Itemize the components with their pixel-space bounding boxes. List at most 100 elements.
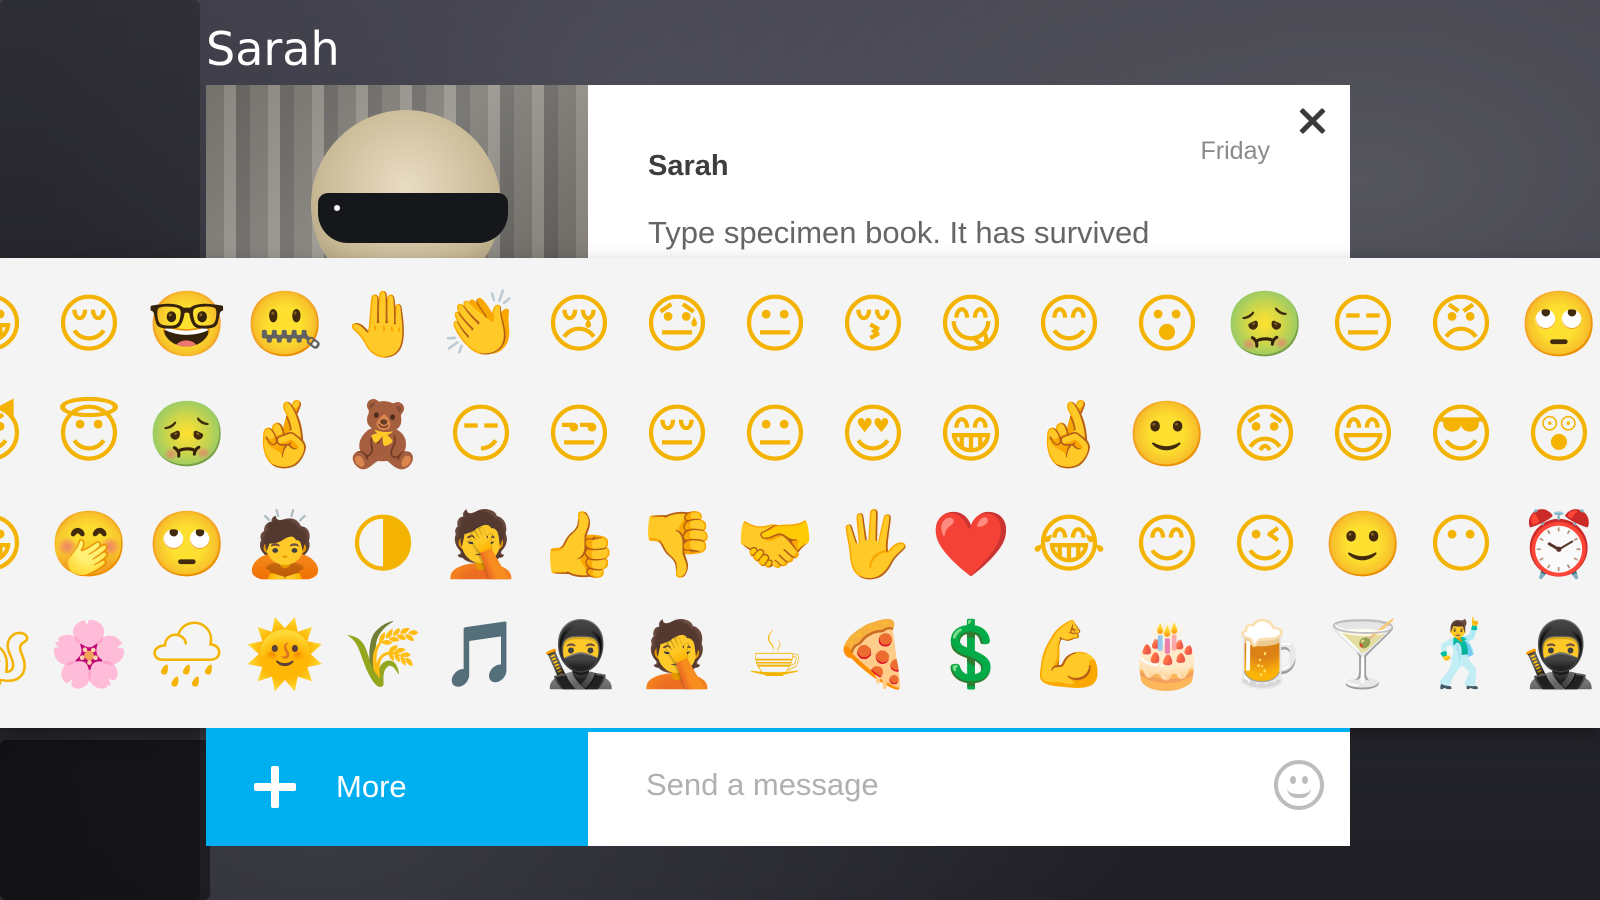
emoji-icon: 🤢: [1225, 288, 1305, 362]
emoji-button[interactable]: 😊: [1020, 270, 1118, 380]
emoji-button[interactable]: 🤚: [334, 270, 432, 380]
emoji-button[interactable]: 👍: [530, 490, 628, 600]
emoji-button[interactable]: 🤦: [628, 600, 726, 710]
emoji-icon: 🖐: [833, 508, 913, 582]
close-icon[interactable]: [1294, 103, 1330, 139]
more-button[interactable]: More: [206, 728, 588, 846]
emoji-icon: 😎: [1427, 398, 1495, 472]
emoji-icon: 😲: [1525, 398, 1593, 472]
emoji-button[interactable]: 😌: [40, 270, 138, 380]
emoji-icon: 💲: [931, 618, 1011, 692]
emoji-icon: ⏰: [1519, 508, 1599, 582]
emoji-button[interactable]: 🧸: [334, 380, 432, 490]
emoji-icon: 😐: [741, 288, 809, 362]
emoji-button[interactable]: 🤞: [236, 380, 334, 490]
emoji-button[interactable]: 🐿: [0, 600, 40, 710]
emoji-button[interactable]: 🌗: [334, 490, 432, 600]
emoji-button[interactable]: 🤝: [726, 490, 824, 600]
emoji-button[interactable]: 🤐: [236, 270, 334, 380]
emoji-button[interactable]: 😋: [922, 270, 1020, 380]
emoji-icon: 🌾: [343, 618, 423, 692]
message-input[interactable]: [646, 760, 1246, 810]
emoji-icon: 🤦: [637, 618, 717, 692]
emoji-button[interactable]: 🎵: [432, 600, 530, 710]
emoji-button[interactable]: ⏰: [1510, 490, 1600, 600]
emoji-icon: 😢: [545, 288, 613, 362]
emoji-button[interactable]: 🍸: [1314, 600, 1412, 710]
emoji-icon: 🤞: [1029, 398, 1109, 472]
emoji-button[interactable]: 🌾: [334, 600, 432, 710]
emoji-button[interactable]: 😒: [530, 380, 628, 490]
emoji-button[interactable]: 😈: [0, 380, 40, 490]
emoji-button[interactable]: 😢: [530, 270, 628, 380]
emoji-button[interactable]: 🙂: [1314, 490, 1412, 600]
emoji-button[interactable]: 🖐: [824, 490, 922, 600]
emoji-button[interactable]: 🌞: [236, 600, 334, 710]
emoji-icon: 👎: [637, 508, 717, 582]
emoji-button[interactable]: 😊: [1118, 490, 1216, 600]
emoji-icon: 🍕: [833, 618, 913, 692]
emoji-button[interactable]: 😂: [1020, 490, 1118, 600]
emoji-picker-panel: 😀😌🤓🤐🤚👏😢😓😐😚😋😊😮🤢😑😠🙄😈😇🤢🤞🧸😏😒😔😐😍😁🤞🙂😟😄😎😲😀🤭🙄🙇🌗🤦…: [0, 258, 1600, 728]
emoji-button[interactable]: 😟: [1216, 380, 1314, 490]
emoji-button[interactable]: 🍕: [824, 600, 922, 710]
emoji-button[interactable]: 🌸: [40, 600, 138, 710]
emoji-button[interactable]: 😁: [922, 380, 1020, 490]
emoji-icon: 🧸: [343, 398, 423, 472]
emoji-button[interactable]: 🤢: [1216, 270, 1314, 380]
emoji-button[interactable]: 🙂: [1118, 380, 1216, 490]
emoji-button[interactable]: 😏: [432, 380, 530, 490]
emoji-button[interactable]: ☕: [726, 600, 824, 710]
emoji-button[interactable]: 👏: [432, 270, 530, 380]
emoji-button[interactable]: 😲: [1510, 380, 1600, 490]
emoji-toggle-icon[interactable]: [1274, 760, 1324, 810]
emoji-button[interactable]: 🙄: [1510, 270, 1600, 380]
emoji-button[interactable]: 😚: [824, 270, 922, 380]
emoji-button[interactable]: 😍: [824, 380, 922, 490]
emoji-button[interactable]: 😄: [1314, 380, 1412, 490]
message-composer: [588, 728, 1350, 846]
emoji-button[interactable]: 🤭: [40, 490, 138, 600]
emoji-button[interactable]: 🤦: [432, 490, 530, 600]
plus-icon: [254, 766, 296, 808]
emoji-button[interactable]: 😶: [1412, 490, 1510, 600]
emoji-button[interactable]: 😀: [0, 270, 40, 380]
emoji-button[interactable]: 🤢: [138, 380, 236, 490]
emoji-button[interactable]: 🥷: [530, 600, 628, 710]
emoji-button[interactable]: 🤓: [138, 270, 236, 380]
emoji-button[interactable]: 😇: [40, 380, 138, 490]
emoji-button[interactable]: 😑: [1314, 270, 1412, 380]
emoji-button[interactable]: 💪: [1020, 600, 1118, 710]
chat-message-card: Sarah Friday Type specimen book. It has …: [588, 85, 1350, 260]
emoji-button[interactable]: 🎂: [1118, 600, 1216, 710]
emoji-grid: 😀😌🤓🤐🤚👏😢😓😐😚😋😊😮🤢😑😠🙄😈😇🤢🤞🧸😏😒😔😐😍😁🤞🙂😟😄😎😲😀🤭🙄🙇🌗🤦…: [0, 270, 1600, 710]
emoji-button[interactable]: 🤞: [1020, 380, 1118, 490]
emoji-button[interactable]: 👎: [628, 490, 726, 600]
emoji-button[interactable]: 🥷: [1510, 600, 1600, 710]
emoji-button[interactable]: 💲: [922, 600, 1020, 710]
emoji-button-selected[interactable]: 😔: [628, 380, 726, 490]
emoji-icon: 🤓: [147, 288, 227, 362]
emoji-icon: 😄: [1329, 398, 1397, 472]
emoji-button[interactable]: 😓: [628, 270, 726, 380]
emoji-icon: ❤️: [931, 508, 1011, 582]
emoji-button[interactable]: 😠: [1412, 270, 1510, 380]
emoji-icon: 😁: [937, 398, 1005, 472]
emoji-button[interactable]: 😎: [1412, 380, 1510, 490]
message-sender: Sarah: [648, 150, 729, 182]
emoji-button[interactable]: ❤️: [922, 490, 1020, 600]
emoji-button[interactable]: 🕺: [1412, 600, 1510, 710]
emoji-button[interactable]: 😀: [0, 490, 40, 600]
emoji-button[interactable]: 🍺: [1216, 600, 1314, 710]
emoji-button[interactable]: 😉: [1216, 490, 1314, 600]
emoji-icon: 🤢: [147, 398, 227, 472]
emoji-button[interactable]: 🌧: [138, 600, 236, 710]
emoji-button[interactable]: 🙇: [236, 490, 334, 600]
emoji-button[interactable]: 😐: [726, 380, 824, 490]
emoji-icon: 🌧: [146, 618, 228, 692]
emoji-icon: 🙄: [1519, 288, 1599, 362]
emoji-icon: 🤞: [245, 398, 325, 472]
emoji-button[interactable]: 🙄: [138, 490, 236, 600]
emoji-button[interactable]: 😮: [1118, 270, 1216, 380]
emoji-button[interactable]: 😐: [726, 270, 824, 380]
